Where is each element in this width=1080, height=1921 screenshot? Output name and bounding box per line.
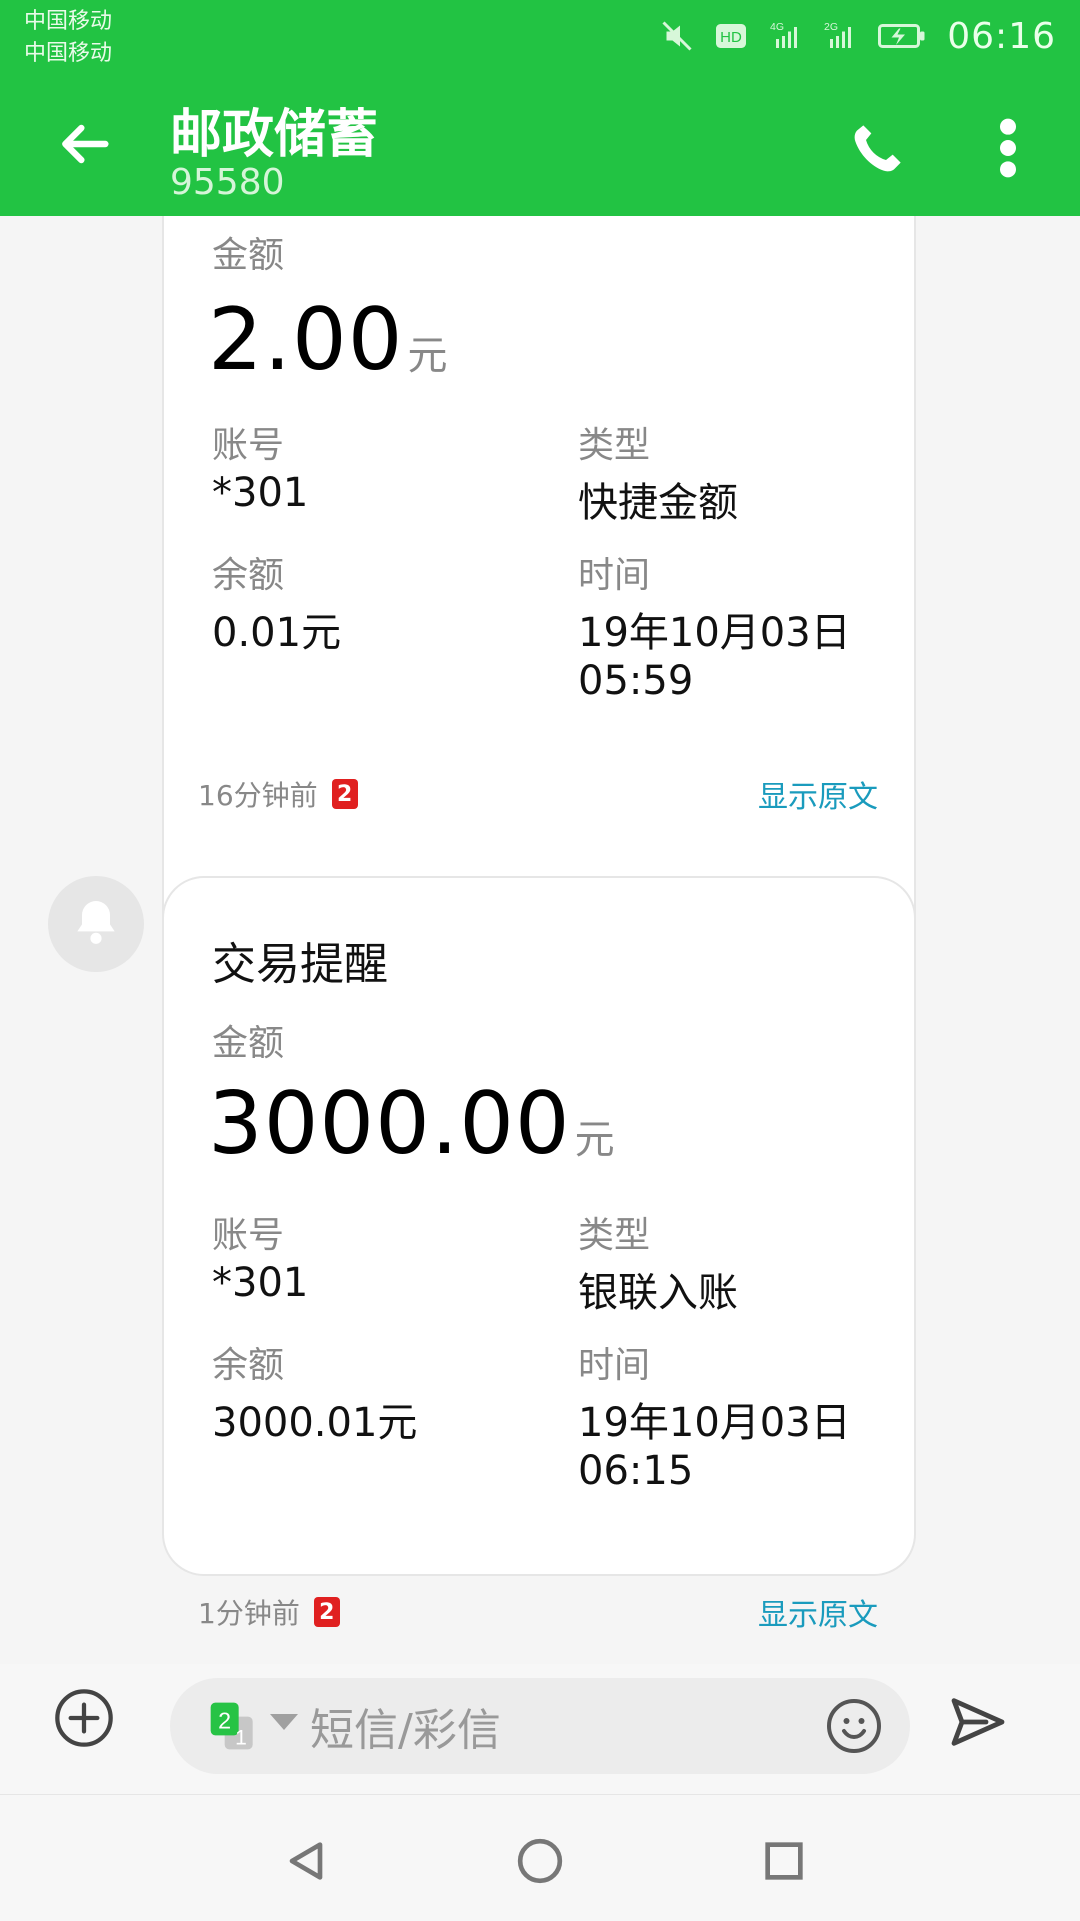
svg-text:1: 1: [235, 1727, 247, 1750]
time-label: 时间: [578, 1345, 651, 1386]
type-label: 类型: [578, 425, 651, 466]
account-value: *301: [212, 1260, 309, 1306]
message-meta: 1分钟前 2 显示原文: [198, 1590, 878, 1634]
show-original-link[interactable]: 显示原文: [758, 1590, 878, 1634]
amount-label: 金额: [212, 235, 285, 276]
status-bar: 中国移动 中国移动 HD 4G 2G 06:16: [0, 0, 1080, 72]
hd-icon: HD: [716, 24, 747, 48]
amount-value: 2.00 元: [208, 290, 448, 390]
conversation-area[interactable]: 金额 2.00 元 账号 *301 类型 快捷金额 余额 0.01元 时间 19年…: [0, 216, 1080, 1666]
message-card: 交易提醒 金额 3000.00 元 账号 *301 类型 银联入账 余额 3000…: [162, 876, 916, 1576]
account-label: 账号: [212, 425, 285, 466]
amount-unit: 元: [574, 1117, 616, 1163]
system-nav-bar: [0, 1794, 1080, 1921]
account-value: *301: [212, 470, 309, 516]
send-icon[interactable]: [946, 1690, 1010, 1754]
svg-text:HD: HD: [720, 29, 742, 46]
message-time: 16分钟前: [198, 779, 318, 812]
time-label: 时间: [578, 555, 651, 596]
message-meta: 16分钟前 2 显示原文: [198, 772, 878, 816]
input-placeholder: 短信/彩信: [310, 1705, 501, 1756]
sim-dropdown-icon[interactable]: [270, 1714, 298, 1730]
time-line-2: 06:15: [578, 1448, 694, 1494]
sim-badge: 2: [331, 779, 358, 809]
mute-icon: [662, 21, 692, 51]
svg-text:2: 2: [218, 1707, 231, 1733]
sim-badge: 2: [313, 1597, 340, 1627]
balance-label: 余额: [212, 555, 285, 596]
time-line-2: 05:59: [578, 658, 694, 704]
time-line-1: 19年10月03日: [578, 1400, 851, 1446]
nav-back-icon[interactable]: [278, 1833, 334, 1889]
signal-4g-icon: 4G: [770, 21, 798, 48]
balance-label: 余额: [212, 1345, 285, 1386]
amount-number: 3000.00: [208, 1074, 571, 1174]
battery-charging-icon: [878, 24, 925, 48]
show-original-link[interactable]: 显示原文: [758, 772, 878, 816]
message-time: 1分钟前: [198, 1597, 300, 1630]
account-label: 账号: [212, 1215, 285, 1256]
composer-bar: 2 1 短信/彩信: [0, 1664, 1080, 1794]
phone-icon[interactable]: [846, 116, 910, 180]
type-value: 快捷金额: [578, 480, 738, 526]
status-time: 06:16: [947, 15, 1056, 57]
more-vert-icon[interactable]: [996, 116, 1020, 180]
app-bar: 邮政储蓄 95580: [0, 72, 1080, 216]
bell-icon: [77, 901, 115, 944]
amount-value: 3000.00 元: [208, 1074, 616, 1174]
amount-label: 金额: [212, 1023, 285, 1064]
sim-card-icon: 2 1: [210, 1702, 253, 1750]
balance-value: 3000.01元: [212, 1400, 418, 1446]
svg-text:2G: 2G: [824, 21, 838, 33]
amount-unit: 元: [407, 333, 449, 379]
svg-text:4G: 4G: [770, 21, 784, 33]
nav-recent-icon[interactable]: [756, 1833, 812, 1889]
message-card: 金额 2.00 元 账号 *301 类型 快捷金额 余额 0.01元 时间 19年…: [162, 216, 916, 976]
type-label: 类型: [578, 1215, 651, 1256]
signal-2g-icon: 2G: [824, 21, 852, 48]
sim-selector[interactable]: 2 1: [206, 1698, 262, 1754]
carrier-info: 中国移动 中国移动: [24, 6, 112, 70]
amount-number: 2.00: [208, 290, 404, 390]
type-value: 银联入账: [578, 1270, 738, 1316]
carrier-2: 中国移动: [24, 41, 113, 66]
balance-value: 0.01元: [212, 610, 342, 656]
message-input[interactable]: 2 1 短信/彩信: [170, 1678, 910, 1774]
emoji-icon[interactable]: [824, 1696, 884, 1756]
contact-number: 95580: [170, 162, 285, 203]
nav-home-icon[interactable]: [512, 1833, 568, 1889]
status-icons: HD 4G 2G 06:16: [659, 10, 1056, 62]
time-line-1: 19年10月03日: [578, 610, 851, 656]
arrow-left-icon[interactable]: [52, 112, 116, 176]
add-circle-icon[interactable]: [52, 1686, 116, 1750]
sender-avatar: [48, 876, 144, 972]
contact-title: 邮政储蓄: [170, 105, 379, 165]
card-title: 交易提醒: [212, 939, 388, 990]
carrier-1: 中国移动: [24, 9, 113, 34]
